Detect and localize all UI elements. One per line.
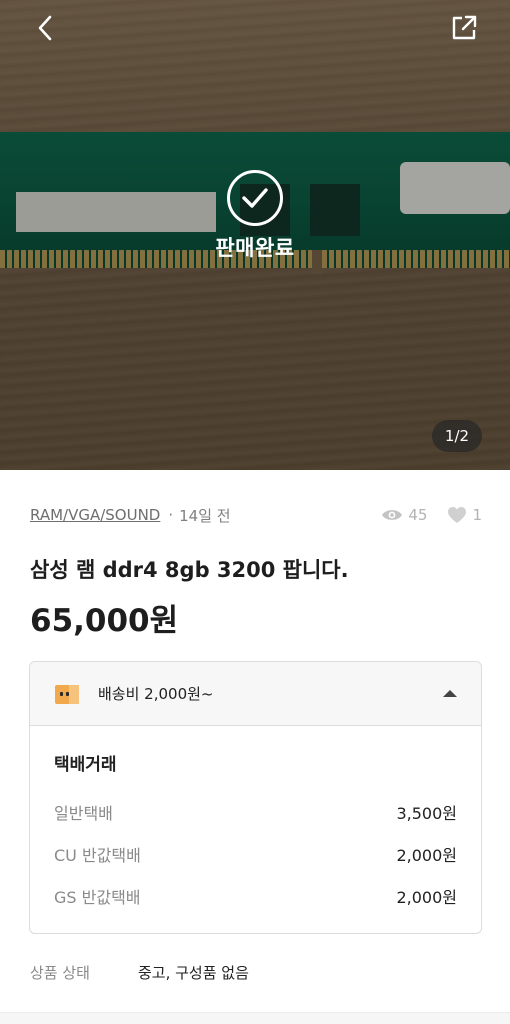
share-button[interactable]: [442, 6, 486, 50]
product-condition: 상품 상태 중고, 구성품 없음: [30, 962, 482, 983]
product-price: 65,000원: [30, 603, 179, 639]
product-title: 삼성 램 ddr4 8gb 3200 팝니다.: [30, 558, 349, 582]
shipping-details: 택배거래 일반택배 3,500원 CU 반값택배 2,000원 GS 반값택배 …: [30, 726, 481, 917]
chevron-left-icon: [38, 15, 52, 41]
shipping-option-name: 일반택배: [54, 804, 113, 823]
sold-status-label: 판매완료: [215, 236, 295, 260]
view-count: 45: [381, 506, 427, 524]
shipping-option: CU 반값택배 2,000원: [54, 833, 457, 875]
shipping-option-cost: 3,500원: [396, 804, 457, 823]
check-circle-icon: [227, 170, 283, 226]
shipping-header[interactable]: 배송비 2,000원~: [30, 662, 481, 726]
heart-icon: [448, 507, 467, 523]
eye-icon: [382, 510, 403, 520]
shipping-fee: 배송비 2,000원~: [98, 685, 214, 703]
category-link[interactable]: RAM/VGA/SOUND: [30, 506, 160, 524]
share-icon: [452, 15, 477, 40]
shipping-card: 배송비 2,000원~ 택배거래 일반택배 3,500원 CU 반값택배 2,0…: [29, 661, 482, 934]
shipping-option: 일반택배 3,500원: [54, 791, 457, 833]
condition-label: 상품 상태: [30, 964, 90, 982]
shipping-option-cost: 2,000원: [396, 888, 457, 907]
like-count[interactable]: 1: [447, 506, 482, 524]
caret-up-icon[interactable]: [443, 690, 457, 697]
sold-overlay: 판매완료: [0, 170, 510, 262]
section-divider: [0, 1012, 510, 1024]
condition-value: 중고, 구성품 없음: [138, 964, 249, 982]
back-button[interactable]: [24, 6, 68, 50]
posted-time: 14일 전: [179, 506, 231, 525]
shipping-option: GS 반값택배 2,000원: [54, 875, 457, 917]
meta-separator: ·: [168, 506, 174, 524]
like-count-value: 1: [472, 506, 482, 524]
view-count-value: 45: [408, 506, 428, 524]
box-icon: [55, 684, 79, 704]
shipping-option-name: CU 반값택배: [54, 846, 141, 865]
image-counter: 1/2: [432, 420, 482, 452]
product-meta: RAM/VGA/SOUND · 14일 전 45 1: [30, 502, 482, 528]
shipping-method: 택배거래: [54, 755, 117, 775]
shipping-option-cost: 2,000원: [396, 846, 457, 865]
shipping-option-name: GS 반값택배: [54, 888, 141, 907]
